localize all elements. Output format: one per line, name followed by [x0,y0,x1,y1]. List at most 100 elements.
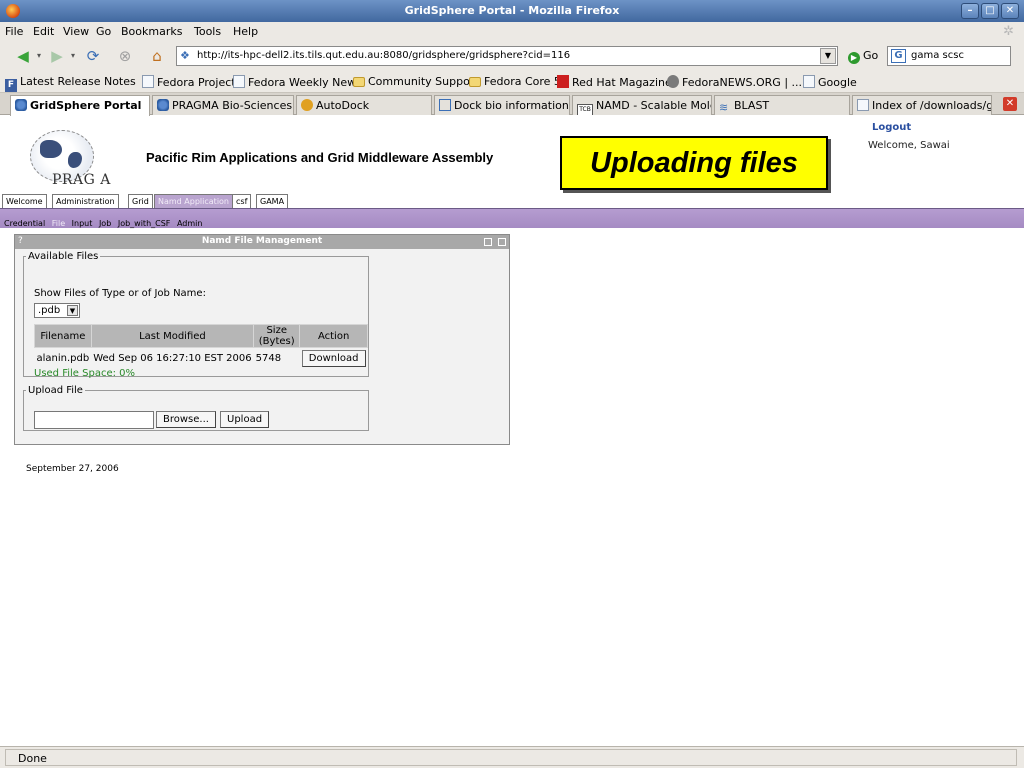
title-bar: GridSphere Portal - Mozilla Firefox – □ … [0,0,1024,22]
tab-index-downloads[interactable]: Index of /downloads/ga... [852,95,992,115]
download-button[interactable]: Download [301,350,366,368]
cell-filename: alanin.pdb [36,353,90,365]
menu-bookmarks[interactable]: Bookmarks [121,25,182,38]
portal-tab-grid[interactable]: Grid [128,194,153,208]
throbber-icon: ✲ [1003,24,1014,39]
subnav-input[interactable]: Input [72,219,93,228]
subnav-job[interactable]: Job [99,219,111,228]
home-icon[interactable]: ⌂ [148,47,166,65]
upload-button[interactable]: Upload [220,411,270,428]
col-last-modified: Last Modified [90,324,255,348]
namd-file-management-portlet: ? Namd File Management Available Files S… [14,234,510,445]
files-table: Filename Last Modified Size (Bytes) Acti… [34,324,368,370]
subnav-credential[interactable]: Credential [4,219,45,228]
portal-tab-namd-application[interactable]: Namd Application [154,194,233,208]
browse-button[interactable]: Browse... [156,411,216,428]
page-content: PRAG A Pacific Rim Applications and Grid… [0,116,1024,746]
redhat-icon [557,75,569,88]
google-search-icon[interactable]: G [891,49,906,63]
tab-gridsphere-portal[interactable]: GridSphere Portal [10,95,150,116]
portlet-title: Namd File Management [201,236,323,246]
portal-tabs: Welcome Administration Grid Namd Applica… [0,194,1024,208]
release-notes-icon: F [5,79,17,92]
available-files-legend: Available Files [28,251,99,262]
tab-bar: GridSphere Portal PRAGMA Bio-Sciences...… [0,93,1024,116]
folder-icon [353,77,365,87]
blast-icon: ≋ [719,101,729,114]
url-text[interactable]: http://its-hpc-dell2.its.tils.qut.edu.au… [197,50,570,61]
table-row: alanin.pdb Wed Sep 06 16:27:10 EST 2006 … [35,348,368,370]
close-window-button[interactable]: ✕ [1001,3,1019,19]
portal-tab-welcome[interactable]: Welcome [2,194,47,208]
page-icon [857,99,869,111]
pragma-logo[interactable]: PRAG A [18,126,126,190]
go-arrow-icon: ▶ [848,52,860,64]
bookmark-google[interactable]: Google [803,75,857,89]
bookmark-fedora-project[interactable]: Fedora Project [142,75,236,89]
col-filename: Filename [34,324,92,348]
portal-tab-csf[interactable]: csf [232,194,252,208]
reload-icon[interactable]: ⟳ [84,47,102,65]
search-input[interactable]: G gama scsc [887,46,1011,66]
chevron-down-icon[interactable]: ▼ [67,305,78,316]
menu-view[interactable]: View [63,25,89,38]
bookmark-fedora-core-5[interactable]: Fedora Core 5 [469,75,561,88]
bookmark-red-hat-magazine[interactable]: Red Hat Magazine [557,75,672,89]
file-type-select[interactable]: .pdb ▼ [34,303,80,318]
site-favicon-icon: ❖ [180,49,190,62]
url-history-dropdown-icon[interactable]: ▼ [820,48,836,64]
subnav-admin[interactable]: Admin [177,219,203,228]
cell-size: 5748 [255,353,282,365]
search-value[interactable]: gama scsc [911,50,964,61]
browser-window: GridSphere Portal - Mozilla Firefox – □ … [0,0,1024,768]
portlet-header: ? Namd File Management [15,235,509,249]
tab-dock-bio-information[interactable]: Dock bio information - ... [434,95,570,115]
maximize-button[interactable]: □ [981,3,999,19]
page-icon [233,75,245,88]
tab-autodock[interactable]: AutoDock [296,95,432,115]
portlet-minimize-icon[interactable] [484,238,492,246]
logout-link[interactable]: Logout [872,122,911,133]
cell-modified: Wed Sep 06 16:27:10 EST 2006 [93,353,252,365]
stop-icon[interactable]: ⊗ [116,47,134,65]
used-file-space: Used File Space: 0% [34,368,136,379]
menu-go[interactable]: Go [96,25,111,38]
bookmark-latest-release-notes[interactable]: F Latest Release Notes [5,75,136,92]
tab-blast[interactable]: ≋ BLAST [714,95,850,115]
col-action: Action [299,324,368,348]
portlet-maximize-icon[interactable] [498,238,506,246]
menu-file[interactable]: File [5,25,23,38]
subnav-job-with-csf[interactable]: Job_with_CSF [118,219,171,228]
file-path-input[interactable] [34,411,154,429]
status-bar: Done [0,746,1024,768]
close-tab-icon[interactable]: ✕ [1003,97,1017,111]
menu-edit[interactable]: Edit [33,25,54,38]
portal-tab-gama[interactable]: GAMA [256,194,289,208]
tab-pragma-bio-sciences[interactable]: PRAGMA Bio-Sciences... [152,95,294,115]
available-files-group: Available Files Show Files of Type or of… [23,251,369,379]
sub-navigation-bar: Credential File Input Job Job_with_CSF A… [0,208,1024,228]
tab-namd[interactable]: TCBNAMD - Scalable Mole... [572,95,712,115]
page-icon [803,75,815,88]
go-label: Go [863,49,879,62]
menu-help[interactable]: Help [233,25,258,38]
upload-file-legend: Upload File [28,385,83,396]
url-bar[interactable]: ❖ http://its-hpc-dell2.its.tils.qut.edu.… [176,46,838,66]
minimize-button[interactable]: – [961,3,979,19]
menu-tools[interactable]: Tools [194,25,221,38]
file-type-value: .pdb [38,305,61,316]
bookmark-fedora-weekly-news[interactable]: Fedora Weekly News [233,75,362,89]
gridsphere-icon [157,99,169,111]
bookmarks-toolbar: F Latest Release Notes Fedora Project Fed… [0,71,1024,93]
back-dropdown-icon[interactable]: ▾ [30,47,48,65]
show-files-label: Show Files of Type or of Job Name: [34,288,206,299]
forward-dropdown-icon[interactable]: ▾ [64,47,82,65]
uploading-files-banner: Uploading files [560,136,828,190]
bookmark-fedoranews[interactable]: FedoraNEWS.ORG | .... [667,75,806,89]
site-title: Pacific Rim Applications and Grid Middle… [146,150,494,165]
subnav-file[interactable]: File [52,219,65,228]
portal-tab-administration[interactable]: Administration [52,194,119,208]
banner-text: Uploading files [590,147,798,179]
bookmark-community-support[interactable]: Community Support [353,75,479,88]
go-button[interactable]: ▶ Go [848,49,878,64]
